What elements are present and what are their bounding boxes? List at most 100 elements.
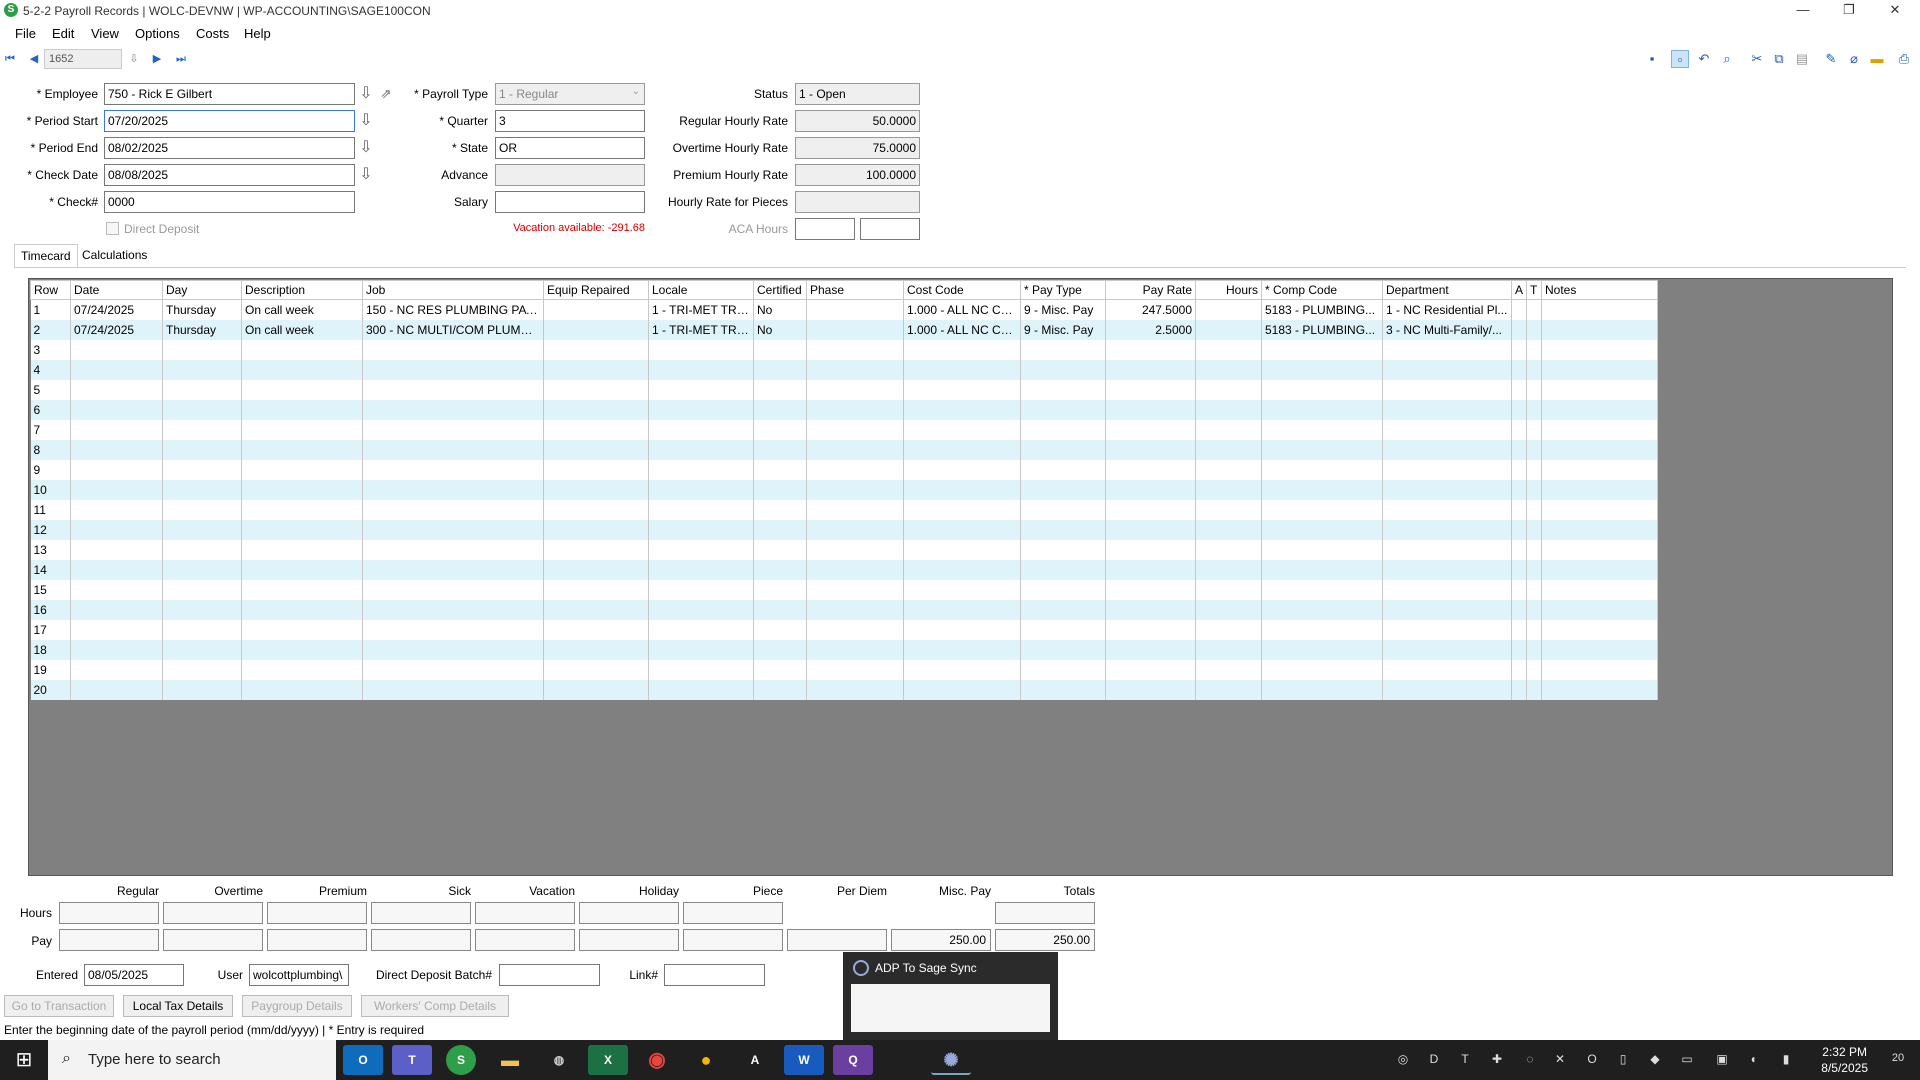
table-cell[interactable]: 2.5000 <box>1105 319 1196 340</box>
table-cell[interactable] <box>162 419 242 440</box>
tray-app-icon-4[interactable]: ◌ <box>1521 1052 1539 1068</box>
table-row[interactable]: 1 07/24/2025 Thursday On call week 150 - NC … <box>30 299 1658 320</box>
table-cell[interactable] <box>753 379 807 400</box>
table-cell[interactable]: 13 <box>30 539 71 560</box>
column-header[interactable]: Job <box>362 280 544 300</box>
table-cell[interactable] <box>543 439 649 460</box>
table-cell[interactable] <box>543 659 649 680</box>
table-cell[interactable] <box>1511 659 1527 680</box>
table-cell[interactable] <box>1526 539 1542 560</box>
menu-help[interactable]: Help <box>244 26 271 41</box>
period-start-field[interactable]: 07/20/2025 <box>104 110 355 132</box>
table-cell[interactable] <box>806 359 904 380</box>
table-cell[interactable] <box>543 319 649 340</box>
table-cell[interactable] <box>1526 459 1542 480</box>
table-cell[interactable]: 3 - NC Multi-Family/... <box>1382 319 1512 340</box>
column-header[interactable]: Hours <box>1195 280 1262 300</box>
entered-field[interactable]: 08/05/2025 <box>84 964 184 986</box>
menu-view[interactable]: View <box>91 26 119 41</box>
table-cell[interactable] <box>1526 399 1542 420</box>
cut-icon[interactable]: ✂ <box>1748 50 1766 68</box>
table-cell[interactable] <box>1526 579 1542 600</box>
table-cell[interactable] <box>70 459 163 480</box>
table-cell[interactable] <box>70 679 163 700</box>
table-cell[interactable] <box>1526 339 1542 360</box>
table-cell[interactable] <box>903 419 1021 440</box>
record-number-field[interactable]: 1652 <box>44 49 122 69</box>
table-cell[interactable] <box>362 459 544 480</box>
table-cell[interactable]: 300 - NC MULTI/COM PLUMBI... <box>362 319 544 340</box>
note-icon[interactable]: ▬ <box>1868 50 1886 68</box>
tray-defender-icon[interactable]: ◆ <box>1646 1052 1664 1068</box>
user-field[interactable]: wolcottplumbing\ <box>249 964 349 986</box>
table-cell[interactable] <box>903 399 1021 420</box>
table-cell[interactable] <box>1541 639 1658 660</box>
taskbar-preview-popup[interactable]: ADP To Sage Sync <box>843 952 1058 1040</box>
table-cell[interactable] <box>648 479 754 500</box>
table-cell[interactable] <box>1195 399 1262 420</box>
table-row[interactable]: 12 <box>30 519 1658 540</box>
table-row[interactable]: 10 <box>30 479 1658 500</box>
table-cell[interactable] <box>1195 679 1262 700</box>
tray-app-icon-3[interactable]: ✚ <box>1488 1052 1506 1068</box>
table-cell[interactable] <box>1511 639 1527 660</box>
window-thumbnail[interactable] <box>851 984 1050 1032</box>
table-cell[interactable] <box>648 399 754 420</box>
table-cell[interactable] <box>543 539 649 560</box>
table-cell[interactable] <box>903 679 1021 700</box>
table-cell[interactable] <box>1526 639 1542 660</box>
table-cell[interactable] <box>806 639 904 660</box>
table-cell[interactable] <box>162 619 242 640</box>
table-cell[interactable] <box>1526 439 1542 460</box>
table-cell[interactable] <box>362 679 544 700</box>
table-cell[interactable] <box>1105 379 1196 400</box>
table-cell[interactable] <box>241 679 363 700</box>
table-cell[interactable] <box>1020 619 1106 640</box>
table-cell[interactable] <box>1526 379 1542 400</box>
table-cell[interactable] <box>1105 579 1196 600</box>
table-cell[interactable] <box>1382 479 1512 500</box>
table-cell[interactable] <box>162 379 242 400</box>
table-cell[interactable]: No <box>753 299 807 320</box>
table-cell[interactable] <box>1382 579 1512 600</box>
table-cell[interactable] <box>1261 399 1383 420</box>
period-start-lookup-icon[interactable]: ⇩ <box>357 111 375 131</box>
sage-icon[interactable]: S <box>446 1045 476 1075</box>
table-cell[interactable] <box>806 419 904 440</box>
tab-timecard[interactable]: Timecard <box>14 244 78 268</box>
table-cell[interactable] <box>1526 599 1542 620</box>
table-row[interactable]: 19 <box>30 659 1658 680</box>
table-cell[interactable] <box>1020 579 1106 600</box>
table-cell[interactable] <box>70 359 163 380</box>
table-cell[interactable] <box>70 599 163 620</box>
table-cell[interactable]: 15 <box>30 579 71 600</box>
table-cell[interactable] <box>1261 379 1383 400</box>
table-cell[interactable] <box>1105 599 1196 620</box>
table-cell[interactable] <box>1261 459 1383 480</box>
table-cell[interactable] <box>1261 679 1383 700</box>
table-cell[interactable]: 17 <box>30 619 71 640</box>
print-icon[interactable]: ⎙ <box>1895 50 1913 68</box>
table-cell[interactable] <box>806 619 904 640</box>
menu-file[interactable]: File <box>15 26 36 41</box>
table-cell[interactable] <box>806 659 904 680</box>
tray-teams-icon[interactable]: T <box>1456 1052 1474 1068</box>
quarter-field[interactable]: 3 <box>495 110 645 132</box>
table-cell[interactable]: 12 <box>30 519 71 540</box>
table-cell[interactable] <box>1526 659 1542 680</box>
table-cell[interactable] <box>1526 319 1542 340</box>
table-row[interactable]: 17 <box>30 619 1658 640</box>
tray-app-icon-5[interactable]: ✕ <box>1551 1052 1569 1068</box>
table-cell[interactable] <box>543 619 649 640</box>
table-cell[interactable]: 20 <box>30 679 71 700</box>
table-cell[interactable] <box>70 439 163 460</box>
table-cell[interactable]: 11 <box>30 499 71 520</box>
table-cell[interactable] <box>362 599 544 620</box>
table-cell[interactable] <box>648 439 754 460</box>
column-header[interactable]: Pay Rate <box>1105 280 1196 300</box>
teams-icon[interactable]: T <box>392 1045 432 1075</box>
table-cell[interactable] <box>1526 499 1542 520</box>
column-header[interactable]: T <box>1526 280 1542 300</box>
table-row[interactable]: 3 <box>30 339 1658 360</box>
table-cell[interactable]: 14 <box>30 559 71 580</box>
